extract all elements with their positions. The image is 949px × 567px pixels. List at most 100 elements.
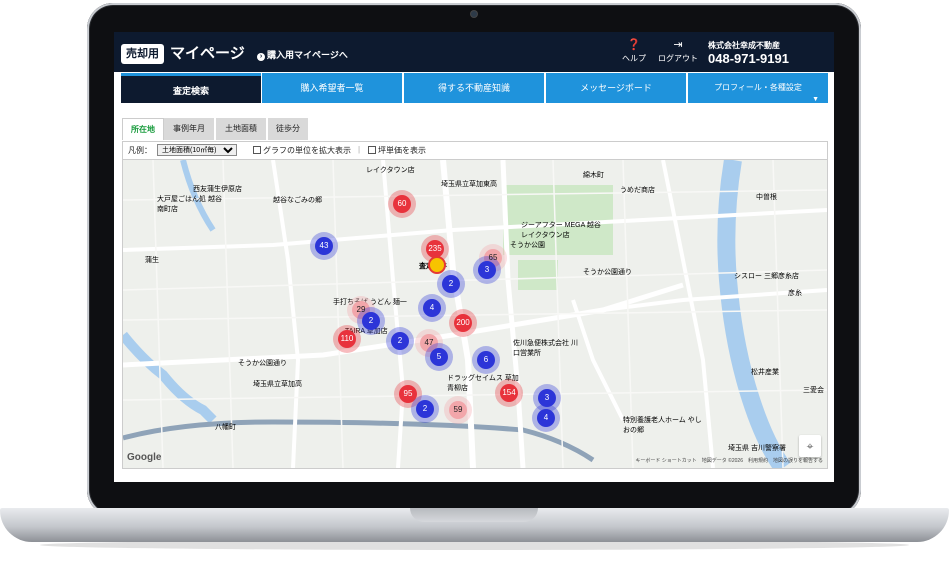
tab-message-board[interactable]: メッセージボード	[546, 73, 686, 103]
map-label: 綿木町	[583, 172, 604, 179]
tsubo-price-label: 坪単価を表示	[378, 146, 426, 155]
tab-valuation-search[interactable]: 査定検索	[121, 73, 261, 103]
cluster-marker[interactable]: 6	[477, 351, 495, 369]
cluster-count: 2	[368, 316, 374, 325]
cluster-count: 2	[397, 336, 403, 345]
cluster-marker[interactable]: 2	[416, 400, 434, 418]
cluster-count: 3	[484, 265, 490, 274]
buy-mypage-link[interactable]: › 購入用マイページへ	[257, 48, 348, 61]
laptop-notch	[410, 508, 538, 522]
cluster-marker[interactable]: 60	[393, 195, 411, 213]
cluster-marker[interactable]: 4	[537, 409, 555, 427]
cluster-count: 4	[429, 303, 435, 312]
company-phone: 048-971-9191	[708, 51, 789, 66]
map-label: 松井産業	[751, 369, 779, 376]
cluster-marker[interactable]: 95	[399, 385, 417, 403]
google-logo: Google	[127, 452, 162, 463]
subtab-case-date[interactable]: 事例年月	[164, 118, 214, 140]
cluster-count: 200	[456, 318, 470, 327]
cluster-count: 154	[502, 388, 516, 397]
map-label: レイクタウン店	[366, 167, 415, 174]
cluster-marker[interactable]: 43	[315, 237, 333, 255]
header-bar: 売却用 マイページ › 購入用マイページへ ❓ ヘルプ ⇥ ログアウト 株式会社幸…	[114, 32, 834, 72]
buy-link-label: 購入用マイページへ	[267, 50, 348, 60]
map-label: そうか公園通り	[583, 269, 632, 276]
divider: |	[358, 145, 361, 154]
locate-button[interactable]: ⌖	[799, 435, 821, 457]
map-label: 佐川急便株式会社 川口営業所	[513, 340, 578, 357]
legend-label: 凡例：	[128, 146, 152, 155]
cluster-count: 235	[428, 244, 442, 253]
company-name: 株式会社幸成不動産	[708, 41, 780, 50]
cluster-marker[interactable]: 4	[423, 299, 441, 317]
logout-button[interactable]: ⇥ ログアウト	[658, 39, 698, 64]
map-label: そうか公園通り	[238, 360, 287, 367]
subtab-land-area[interactable]: 土地面積	[216, 118, 266, 140]
map-label: ジーアフター MEGA 越谷レイクタウン店	[521, 222, 601, 239]
cluster-marker[interactable]: 200	[454, 314, 472, 332]
cluster-count: 6	[483, 355, 489, 364]
cluster-marker[interactable]: 59	[449, 401, 467, 419]
cluster-marker[interactable]: 154	[500, 384, 518, 402]
map-label: 特別養護老人ホーム やしおの郷	[623, 417, 702, 434]
map-label: 蒲生	[145, 257, 159, 264]
cluster-marker[interactable]: 5	[430, 348, 448, 366]
legend-select[interactable]: 土地面積(10㎡毎)	[157, 144, 237, 156]
cluster-marker[interactable]: 2	[362, 312, 380, 330]
logout-label: ログアウト	[658, 54, 698, 63]
cluster-count: 3	[544, 393, 550, 402]
cluster-count: 5	[436, 352, 442, 361]
tab-profile-settings[interactable]: プロフィール・各種設定 ▼	[688, 73, 828, 103]
tab-knowledge[interactable]: 得する不動産知識	[404, 73, 544, 103]
cluster-count: 47	[424, 338, 434, 347]
cluster-marker[interactable]: 3	[538, 389, 556, 407]
cluster-count: 2	[448, 279, 454, 288]
checkbox-icon	[368, 146, 376, 154]
crosshair-icon: ⌖	[806, 439, 814, 453]
tab-buyer-list[interactable]: 購入希望者一覧	[262, 73, 402, 103]
map-label: 三愛会	[803, 387, 824, 394]
map-view[interactable]: レイクタウン店 綿木町 西友蒲生伊原店 越谷なごみの郷 埼玉県立草加東高 うめだ…	[122, 159, 828, 469]
subtab-walk-minutes[interactable]: 徒歩分	[268, 118, 308, 140]
map-label: そうか公園	[510, 242, 545, 249]
graph-unit-checkbox[interactable]: グラフの単位を拡大表示	[253, 145, 351, 156]
main-nav: 査定検索 購入希望者一覧 得する不動産知識 メッセージボード プロフィール・各種…	[114, 72, 834, 104]
checkbox-icon	[253, 146, 261, 154]
map-label: 越谷なごみの郷	[273, 197, 322, 204]
cluster-count: 95	[403, 389, 413, 398]
arrow-right-icon: ›	[257, 53, 265, 61]
valuation-property-marker[interactable]	[428, 256, 446, 274]
cluster-marker[interactable]: 3	[478, 261, 496, 279]
map-label: 彦糸	[788, 290, 802, 297]
cluster-count: 60	[397, 199, 407, 208]
map-label: うめだ商店	[620, 187, 655, 194]
map-label: 埼玉県立草加高	[253, 381, 302, 388]
cluster-count: 65	[488, 253, 498, 262]
subtab-location[interactable]: 所在地	[122, 118, 164, 140]
map-label: シスロー 三郷彦糸店	[734, 273, 799, 280]
cluster-count: 2	[422, 404, 428, 413]
map-label: 大戸屋ごはん処 越谷南町店	[157, 196, 222, 213]
tsubo-price-checkbox[interactable]: 坪単価を表示	[368, 145, 426, 156]
cluster-count: 59	[453, 405, 463, 414]
cluster-count: 43	[319, 241, 329, 250]
map-attribution[interactable]: キーボード ショートカット 地図データ ©2026 利用規約 地図の誤りを報告す…	[635, 457, 823, 464]
logout-icon: ⇥	[673, 39, 683, 51]
map-label: 手打ちそば うどん 麺一	[333, 299, 407, 306]
cluster-marker[interactable]: 110	[338, 330, 356, 348]
graph-unit-label: グラフの単位を拡大表示	[263, 146, 351, 155]
sell-badge: 売却用	[121, 44, 164, 64]
cluster-marker[interactable]: 2	[391, 332, 409, 350]
map-label: 八幡町	[215, 424, 236, 431]
caret-down-icon: ▼	[812, 96, 819, 103]
screen: 売却用 マイページ › 購入用マイページへ ❓ ヘルプ ⇥ ログアウト 株式会社幸…	[114, 32, 834, 482]
company-info: 株式会社幸成不動産 048-971-9191	[708, 40, 789, 66]
camera-icon	[471, 11, 477, 17]
map-label: 西友蒲生伊原店	[193, 186, 242, 193]
cluster-marker[interactable]: 2	[442, 275, 460, 293]
cluster-count: 110	[340, 334, 354, 343]
map-label: 中曽根	[756, 194, 777, 201]
help-button[interactable]: ❓ ヘルプ	[622, 39, 646, 64]
filter-bar: 凡例： 土地面積(10㎡毎) グラフの単位を拡大表示 | 坪単価を表示	[122, 141, 828, 159]
map-label: 埼玉県 吉川警察署	[728, 445, 786, 452]
